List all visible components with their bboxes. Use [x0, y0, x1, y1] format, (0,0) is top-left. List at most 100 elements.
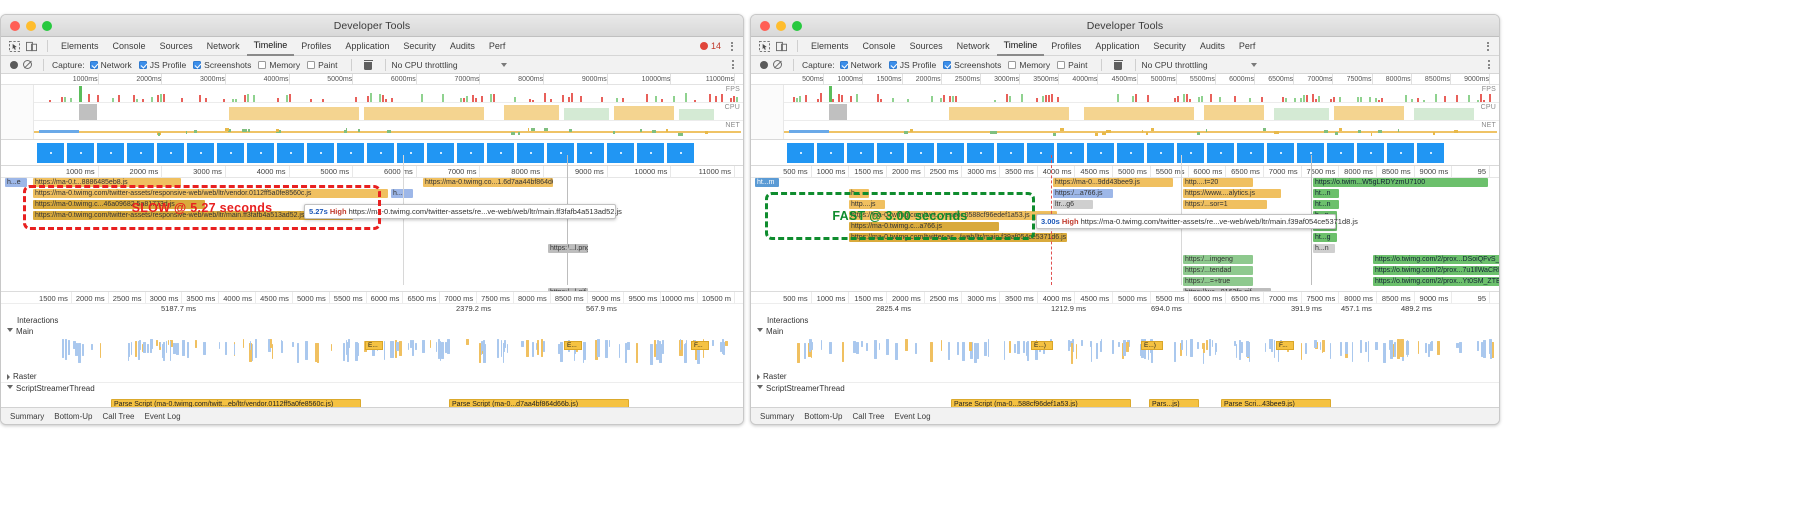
flame-bar[interactable]: [1101, 339, 1102, 347]
flame-bar[interactable]: [1181, 340, 1183, 349]
flame-bar[interactable]: [100, 343, 101, 358]
flame-bar[interactable]: [1418, 341, 1420, 354]
flame-bar[interactable]: [1023, 341, 1025, 353]
flame-bar[interactable]: [1126, 342, 1129, 352]
flame-bar[interactable]: [75, 343, 78, 356]
flame-bar[interactable]: [436, 342, 438, 351]
flame-bar[interactable]: [441, 342, 444, 359]
flame-bar[interactable]: [1192, 341, 1193, 350]
network-request-bar[interactable]: ht...g: [1313, 233, 1337, 242]
flame-bar[interactable]: [969, 342, 972, 351]
flame-bar[interactable]: [1394, 342, 1396, 357]
flame-bar[interactable]: [1209, 339, 1211, 356]
section-raster[interactable]: Raster: [1, 371, 743, 382]
flame-bar[interactable]: [1483, 340, 1485, 358]
flame-bar[interactable]: [1301, 343, 1302, 361]
flame-bar[interactable]: [1096, 343, 1098, 359]
checkbox-paint[interactable]: Paint: [307, 60, 337, 70]
flame-bar[interactable]: [976, 344, 979, 360]
flame-bar[interactable]: [1352, 342, 1353, 361]
filmstrip-frame[interactable]: [907, 143, 935, 163]
flame-bar[interactable]: [619, 344, 620, 358]
tab-elements[interactable]: Elements: [804, 37, 856, 55]
flame-bar[interactable]: [160, 342, 161, 347]
flame-event[interactable]: F...: [1276, 341, 1294, 350]
footer-tab-event-log[interactable]: Event Log: [894, 412, 930, 421]
devtools-menu-icon[interactable]: [1483, 42, 1493, 51]
filmstrip-frame[interactable]: [37, 143, 65, 163]
tab-sources[interactable]: Sources: [903, 37, 950, 55]
flame-event[interactable]: E...): [1141, 341, 1163, 350]
flame-bar[interactable]: [243, 339, 245, 347]
network-request-bar[interactable]: https://ma-0...9dd43bee9.js: [1053, 178, 1173, 187]
filmstrip-frame[interactable]: [817, 143, 845, 163]
flame-bar[interactable]: [874, 340, 877, 359]
filmstrip-frame[interactable]: [997, 143, 1025, 163]
footer-tab-event-log[interactable]: Event Log: [144, 412, 180, 421]
flame-bar[interactable]: [166, 341, 167, 352]
flame-bar[interactable]: [1368, 341, 1369, 362]
tab-application[interactable]: Application: [338, 37, 396, 55]
flame-bar[interactable]: [355, 342, 358, 361]
flame-bar[interactable]: [497, 339, 499, 357]
filmstrip-frame[interactable]: [877, 143, 905, 163]
tab-security[interactable]: Security: [396, 37, 443, 55]
network-request-bar[interactable]: ht...m: [755, 178, 779, 187]
flame-bar[interactable]: [343, 343, 345, 361]
flame-bar[interactable]: [203, 342, 205, 354]
flame-bar[interactable]: [1314, 340, 1317, 347]
record-button[interactable]: [760, 61, 768, 69]
flame-bar[interactable]: [143, 342, 146, 352]
flame-bar[interactable]: [483, 340, 485, 350]
filmstrip-frame[interactable]: [337, 143, 365, 163]
filmstrip-frame[interactable]: [937, 143, 965, 163]
flame-bar[interactable]: [856, 342, 859, 354]
filmstrip-frame[interactable]: [1267, 143, 1295, 163]
flame-bar[interactable]: [187, 342, 189, 359]
inspect-element-icon[interactable]: [757, 40, 772, 53]
flame-event[interactable]: F...: [691, 341, 709, 350]
filmstrip-frame[interactable]: [397, 143, 425, 163]
flame-bar[interactable]: [659, 344, 661, 364]
section-header-raster[interactable]: Raster: [1, 371, 743, 382]
flame-bar[interactable]: [1009, 341, 1012, 353]
flame-bar[interactable]: [147, 344, 149, 353]
filmstrip-frame[interactable]: [247, 143, 275, 163]
filmstrip-frame[interactable]: [1117, 143, 1145, 163]
flame-bar[interactable]: [1186, 340, 1187, 356]
flame-bar[interactable]: [1459, 342, 1462, 353]
flame-bar[interactable]: [305, 341, 308, 360]
flame-bar[interactable]: [156, 340, 158, 347]
flame-bar[interactable]: [722, 339, 724, 354]
flame-bar[interactable]: [1360, 340, 1362, 353]
flame-bar[interactable]: [1081, 340, 1083, 347]
flame-bar[interactable]: [1017, 341, 1019, 354]
flame-bar[interactable]: [430, 340, 431, 349]
device-toolbar-icon[interactable]: [24, 40, 39, 53]
flame-bar[interactable]: [1071, 343, 1073, 364]
checkbox-js-profile[interactable]: JS Profile: [889, 60, 936, 70]
flame-bar[interactable]: [1406, 341, 1409, 355]
flame-bar[interactable]: [82, 344, 84, 357]
flame-bar[interactable]: [162, 344, 165, 358]
section-header-main[interactable]: Main: [751, 326, 1499, 337]
flame-bar[interactable]: [597, 339, 600, 357]
filmstrip-frame[interactable]: [547, 143, 575, 163]
flame-bar[interactable]: [168, 340, 169, 345]
flame-bar[interactable]: [501, 340, 502, 357]
flame-bar[interactable]: [558, 344, 561, 354]
section-header-main[interactable]: Main: [1, 326, 743, 337]
filmstrip-frame[interactable]: [1207, 143, 1235, 163]
filmstrip-frame[interactable]: [1327, 143, 1355, 163]
checkbox-network[interactable]: Network: [840, 60, 882, 70]
tab-application[interactable]: Application: [1088, 37, 1146, 55]
flame-bar[interactable]: [797, 343, 800, 364]
network-request-bar[interactable]: ltr...g6: [1053, 200, 1093, 209]
flame-event[interactable]: E...: [564, 341, 582, 350]
flame-bar[interactable]: [1123, 340, 1125, 355]
flame-bar[interactable]: [68, 341, 69, 356]
flame-bar[interactable]: [1481, 342, 1483, 357]
flame-bar[interactable]: [536, 343, 537, 351]
filmstrip-frame[interactable]: [1237, 143, 1265, 163]
flame-bar[interactable]: [250, 341, 251, 350]
